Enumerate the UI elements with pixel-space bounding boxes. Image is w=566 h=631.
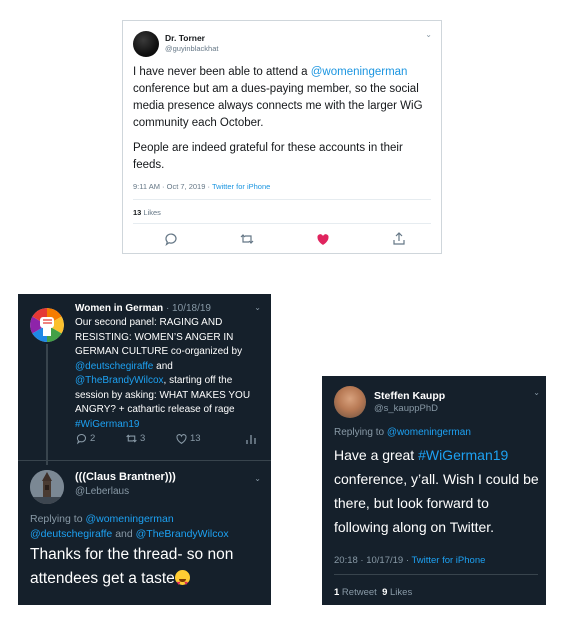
chevron-down-icon[interactable]: ⌄ [254, 474, 261, 483]
rainbow-fist-avatar[interactable] [30, 308, 64, 342]
retweet-count: 3 [140, 433, 146, 444]
tweet-card-dr-torner[interactable]: Dr. Torner @guyinblackhat ⌄ I have never… [122, 20, 442, 254]
text-segment: and [153, 360, 173, 372]
source-link[interactable]: Twitter for iPhone [212, 182, 270, 191]
tweet-actions [123, 231, 441, 247]
tweet-paragraph-1: I have never been able to attend a @wome… [133, 64, 433, 132]
mention-link[interactable]: @womeningerman [85, 513, 173, 525]
replying-to: Replying to @womeningerman [334, 427, 471, 438]
tweet-paragraph-2: People are indeed grateful for these acc… [133, 142, 403, 171]
tweet-stats: 1 Retweet 9 Likes [334, 587, 412, 598]
replying-label: Replying to [334, 427, 387, 438]
author-handle[interactable]: @s_kauppPhD [374, 403, 438, 414]
text-segment: conference but am a dues-paying member, … [133, 83, 423, 129]
reply-text: Thanks for the thread- so non attendees … [30, 543, 265, 596]
tweet-text: Our second panel: RAGING AND RESISTING: … [75, 316, 261, 432]
divider [133, 223, 431, 224]
timestamp: 9:11 AM · Oct 7, 2019 · [133, 182, 212, 191]
tweet-meta: 20:18 · 10/17/19 · Twitter for iPhone [334, 555, 485, 566]
mention-link[interactable]: @TheBrandyWilcox [136, 528, 229, 540]
chevron-down-icon[interactable]: ⌄ [533, 388, 540, 397]
author-name[interactable]: Dr. Torner [165, 33, 205, 43]
reply-author-name[interactable]: (((Claus Brantner))) [75, 471, 176, 483]
reply-icon[interactable] [163, 231, 179, 247]
likes-count[interactable]: 13 Likes [133, 208, 161, 217]
tweet-thread-women-in-german: Women in German · 10/18/19 ⌄ Our second … [18, 294, 271, 605]
retweet-icon [126, 434, 137, 443]
mention-link[interactable]: @womeningerman [387, 427, 471, 438]
tweet-meta: 9:11 AM · Oct 7, 2019 · Twitter for iPho… [133, 182, 270, 191]
tweet-card-steffen-kaupp[interactable]: Steffen Kaupp @s_kauppPhD ⌄ Replying to … [322, 376, 546, 605]
heart-icon [176, 434, 187, 444]
tweet-header: Women in German · 10/18/19 [75, 303, 211, 314]
source-link[interactable]: Twitter for iPhone [411, 555, 485, 566]
heart-eyes-emoji-icon [174, 570, 190, 596]
avatar[interactable] [133, 31, 159, 57]
mention-link[interactable]: @deutschegiraffe [30, 528, 112, 540]
divider [133, 199, 431, 200]
hashtag-link[interactable]: #WiGerman19 [418, 447, 508, 463]
retweet-label: Retweet [339, 587, 383, 598]
tweet-actions: 2 3 13 [75, 432, 261, 446]
analytics-icon[interactable] [245, 433, 257, 445]
author-name[interactable]: Steffen Kaupp [374, 390, 445, 402]
mention-link[interactable]: @womeningerman [311, 66, 408, 78]
author-handle[interactable]: @guyinblackhat [165, 44, 218, 53]
divider [18, 460, 271, 461]
replying-label: Replying to [30, 513, 86, 525]
timestamp: 20:18 · 10/17/19 · [334, 555, 412, 566]
like-action[interactable]: 13 [175, 432, 201, 445]
like-label: Likes [387, 587, 413, 598]
text-segment: I have never been able to attend a [133, 66, 311, 78]
text-segment: and [112, 528, 136, 540]
hashtag-link[interactable]: #WiGerman19 [75, 419, 139, 430]
tweet-date[interactable]: · 10/18/19 [163, 303, 211, 314]
thread-connector-line [46, 344, 48, 465]
text-segment: Our second panel: RAGING AND RESISTING: … [75, 317, 243, 357]
retweet-action[interactable]: 3 [125, 432, 145, 445]
heart-filled-icon[interactable] [315, 231, 331, 247]
likes-label: Likes [141, 208, 161, 217]
reply-icon [76, 433, 87, 445]
reply-author-handle[interactable]: @Leberlaus [75, 486, 129, 497]
retweet-icon[interactable] [239, 231, 255, 247]
reply-body: Thanks for the thread- so non attendees … [30, 546, 234, 587]
author-name[interactable]: Women in German [75, 303, 163, 314]
tweet-text: I have never been able to attend a @wome… [133, 64, 433, 174]
church-tower-avatar[interactable] [30, 470, 64, 504]
like-count: 13 [190, 433, 201, 444]
mention-link[interactable]: @deutschegiraffe [75, 361, 153, 372]
text-segment: Have a great [334, 447, 419, 463]
text-segment: conference, y’all. Wish I could be there… [334, 471, 539, 535]
mention-link[interactable]: @TheBrandyWilcox [75, 375, 164, 386]
reply-action[interactable]: 2 [75, 432, 95, 445]
reply-count: 2 [90, 433, 96, 444]
tweet-text: Have a great #WiGerman19 conference, y’a… [334, 443, 540, 539]
avatar[interactable] [334, 386, 366, 418]
chevron-down-icon[interactable]: ⌄ [425, 30, 432, 39]
divider [334, 574, 538, 575]
replying-to: Replying to @womeningerman @deutschegiraf… [30, 512, 265, 542]
share-icon[interactable] [391, 231, 407, 247]
chevron-down-icon[interactable]: ⌄ [254, 303, 261, 312]
